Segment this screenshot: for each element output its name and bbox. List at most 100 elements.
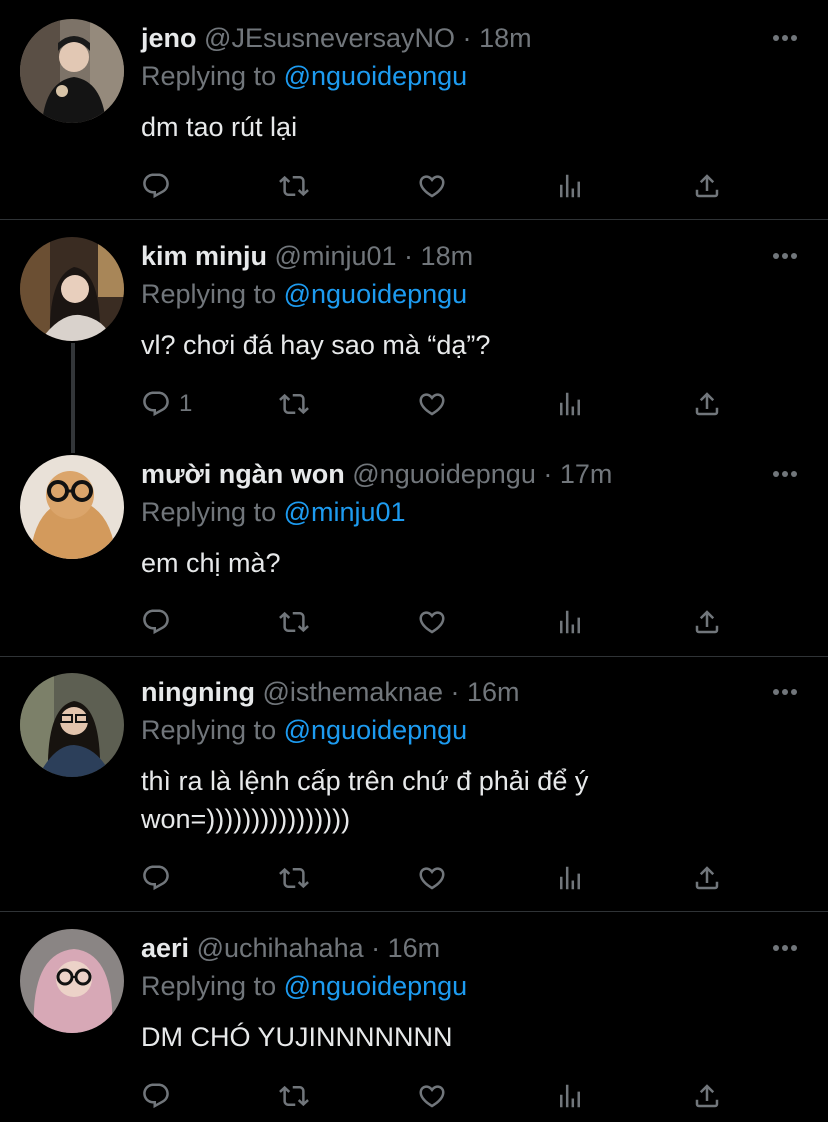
timestamp[interactable]: 16m [388,933,441,963]
tweet-header: jeno @JEsusneversayNO · 18m [141,20,532,56]
timestamp[interactable]: 18m [479,23,532,53]
divider [0,656,828,657]
more-icon[interactable] [772,687,798,697]
retweet-icon [279,607,309,637]
timestamp[interactable]: 16m [467,677,520,707]
reply-icon [141,1081,171,1111]
share-icon [692,1081,722,1111]
analytics-icon [555,171,585,201]
replying-to-handle[interactable]: @nguoidepngu [284,971,468,1001]
reply-button[interactable] [141,168,179,204]
timestamp[interactable]: 17m [560,459,613,489]
tweet-header: mười ngàn won @nguoidepngu · 17m [141,456,612,492]
user-handle[interactable]: @nguoidepngu [352,459,536,489]
analytics-button[interactable] [555,386,585,422]
reply-button[interactable]: 1 [141,386,192,422]
share-button[interactable] [692,168,722,204]
retweet-button[interactable] [279,1078,309,1114]
share-icon [692,863,722,893]
tweet-header: kim minju @minju01 · 18m [141,238,473,274]
share-button[interactable] [692,860,722,896]
more-icon[interactable] [772,469,798,479]
display-name[interactable]: kim minju [141,241,267,271]
like-icon [417,863,447,893]
analytics-icon [555,389,585,419]
retweet-icon [279,171,309,201]
replying-to-handle[interactable]: @nguoidepngu [284,61,468,91]
display-name[interactable]: aeri [141,933,189,963]
reply-button[interactable] [141,860,179,896]
like-icon [417,389,447,419]
more-icon[interactable] [772,943,798,953]
like-button[interactable] [417,604,447,640]
user-handle[interactable]: @uchihahaha [197,933,364,963]
separator-dot: · [404,241,414,271]
analytics-icon [555,1081,585,1111]
retweet-icon [279,1081,309,1111]
tweet-header: aeri @uchihahaha · 16m [141,930,440,966]
tweet-actions [141,604,741,640]
retweet-button[interactable] [279,168,309,204]
separator-dot: · [543,459,553,489]
replying-to-label: Replying to [141,971,277,1001]
display-name[interactable]: jeno [141,23,197,53]
replying-to-handle[interactable]: @nguoidepngu [284,715,468,745]
tweet-text: thì ra là lệnh cấp trên chứ đ phải để ý … [141,766,589,834]
replying-to-label: Replying to [141,715,277,745]
display-name[interactable]: ningning [141,677,255,707]
tweet-actions [141,860,741,896]
like-button[interactable] [417,860,447,896]
timestamp[interactable]: 18m [421,241,474,271]
separator-dot: · [450,677,460,707]
like-button[interactable] [417,168,447,204]
retweet-button[interactable] [279,860,309,896]
display-name[interactable]: mười ngàn won [141,459,345,489]
replying-to-label: Replying to [141,279,277,309]
like-button[interactable] [417,386,447,422]
share-button[interactable] [692,604,722,640]
thread-connector-line [71,343,75,453]
replying-to-label: Replying to [141,61,277,91]
reply-icon [141,171,171,201]
separator-dot: · [371,933,381,963]
replying-to: Replying to @nguoidepngu [141,276,467,312]
tweet-text: em chị mà? [141,548,281,578]
replying-to: Replying to @nguoidepngu [141,712,467,748]
tweet-actions [141,1078,741,1114]
share-button[interactable] [692,1078,722,1114]
retweet-button[interactable] [279,386,309,422]
reply-button[interactable] [141,1078,179,1114]
avatar[interactable] [20,673,124,777]
analytics-button[interactable] [555,168,585,204]
avatar[interactable] [20,19,124,123]
avatar[interactable] [20,237,124,341]
reply-button[interactable] [141,604,179,640]
reply-icon [141,389,171,419]
tweet-text: dm tao rút lại [141,112,298,142]
tweet-actions: 1 [141,386,741,422]
more-icon[interactable] [772,251,798,261]
avatar[interactable] [20,929,124,1033]
replying-to: Replying to @nguoidepngu [141,968,467,1004]
like-button[interactable] [417,1078,447,1114]
more-icon[interactable] [772,33,798,43]
tweet-text: DM CHÓ YUJINNNNNNN [141,1022,453,1052]
share-button[interactable] [692,386,722,422]
analytics-button[interactable] [555,604,585,640]
replying-to: Replying to @nguoidepngu [141,58,467,94]
user-handle[interactable]: @isthemaknae [262,677,443,707]
analytics-icon [555,863,585,893]
like-icon [417,171,447,201]
analytics-button[interactable] [555,1078,585,1114]
replying-to-handle[interactable]: @nguoidepngu [284,279,468,309]
share-icon [692,389,722,419]
retweet-button[interactable] [279,604,309,640]
divider [0,911,828,912]
user-handle[interactable]: @JEsusneversayNO [204,23,455,53]
avatar[interactable] [20,455,124,559]
analytics-icon [555,607,585,637]
separator-dot: · [462,23,472,53]
user-handle[interactable]: @minju01 [275,241,397,271]
analytics-button[interactable] [555,860,585,896]
replying-to-handle[interactable]: @minju01 [284,497,406,527]
